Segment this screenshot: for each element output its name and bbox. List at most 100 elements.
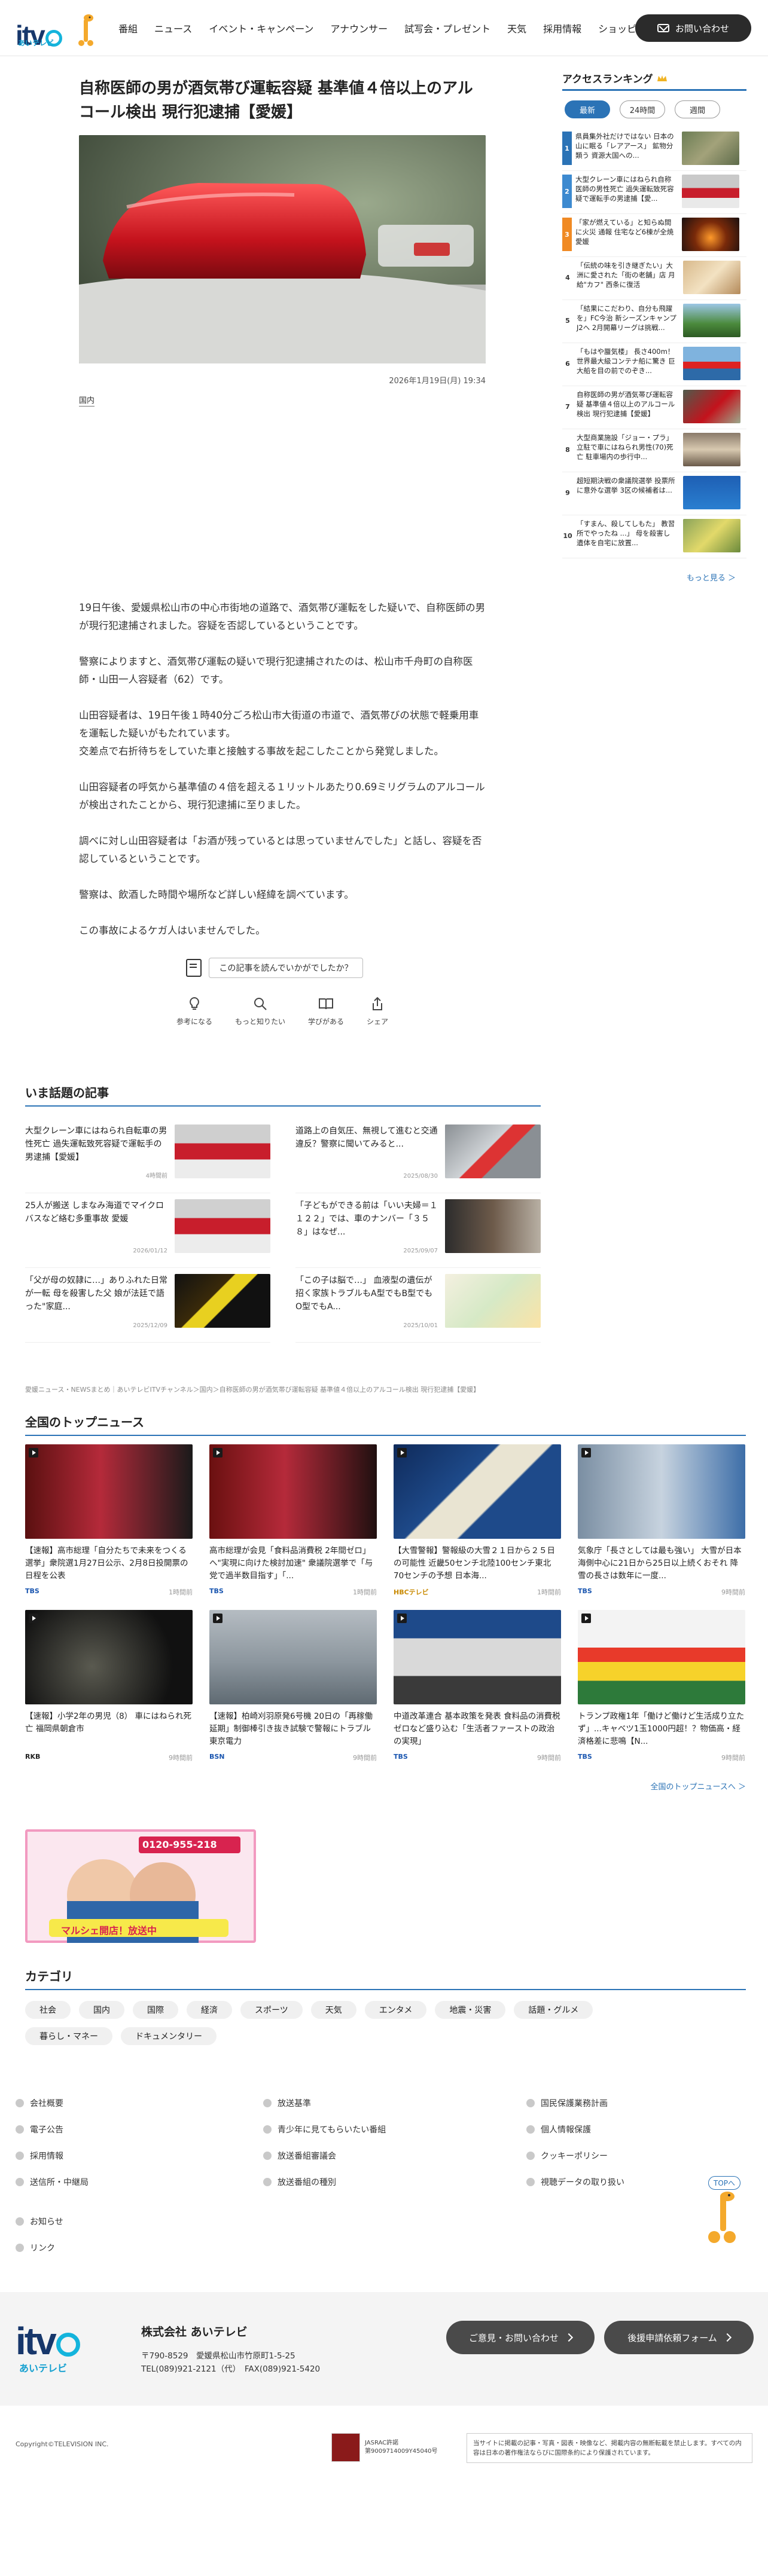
- sponsorship-form-button[interactable]: 後援申請依頼フォーム: [604, 2321, 754, 2354]
- category-list: 社会 国内 国際 経済 スポーツ 天気 エンタメ 地震・災害 話題・グルメ 暮ら…: [25, 2001, 683, 2045]
- news-card[interactable]: 【速報】高市総理「自分たちで未来をつくる選挙」衆院選1月27日公示、2月8日投開…: [25, 1444, 193, 1597]
- category-chip[interactable]: スポーツ: [240, 2001, 303, 2019]
- trending-text-wrap: 「この子は脳で…」 血液型の遺伝が招く家族トラブルもA型でもB型でもO型でもA.…: [295, 1274, 445, 1342]
- news-title: 中道改革連合 基本政策を発表 食料品の消費税ゼロなど盛り込む「生活者ファーストの…: [394, 1712, 560, 1746]
- news-card[interactable]: 高市総理が会見「食料品消費税 2年間ゼロ」へ"実現に向けた検討加速" 衆議院選挙…: [209, 1444, 377, 1597]
- bullet-icon: [16, 2244, 24, 2252]
- footer-link[interactable]: 会社概要: [16, 2097, 263, 2109]
- ranking-item[interactable]: 9 超短期決戦の衆議院選挙 投票所に意外な選挙 3区の候補者は...: [562, 472, 746, 515]
- footer-link[interactable]: 放送番組の種別: [263, 2176, 526, 2188]
- footer-link[interactable]: 放送基準: [263, 2097, 526, 2109]
- news-time: 9時間前: [721, 1754, 745, 1762]
- nav-item-events[interactable]: イベント・キャンペーン: [200, 21, 322, 35]
- trending-item[interactable]: 「この子は脳で…」 血液型の遺伝が招く家族トラブルもA型でもB型でもO型でもA.…: [295, 1268, 541, 1343]
- mail-icon: [657, 24, 669, 32]
- ranking-item[interactable]: 1 県員集外社だけではない 日本の山に眠る「レアアース」 鉱物分類う 資源大国への…: [562, 128, 746, 171]
- bullet-icon: [16, 2217, 24, 2226]
- ranking-item[interactable]: 3 「家が燃えている」と知らぬ間に火災 通報 住宅など6棟が全焼 愛媛: [562, 214, 746, 257]
- category-section: カテゴリ 社会 国内 国際 経済 スポーツ 天気 エンタメ 地震・災害 話題・グ…: [25, 1967, 746, 2045]
- category-chip[interactable]: 国内: [79, 2001, 124, 2019]
- feedback-learn-button[interactable]: 学びがある: [308, 996, 344, 1026]
- trending-item[interactable]: 道路上の自気圧、無視して進むと交通違反？警察に聞いてみると... 2025/08/…: [295, 1119, 541, 1193]
- footer-link[interactable]: 放送番組審議会: [263, 2150, 526, 2162]
- feedback-more-button[interactable]: もっと知りたい: [235, 996, 285, 1026]
- tab-24h[interactable]: 24時間: [620, 100, 665, 118]
- nav-item-presents[interactable]: 試写会・プレゼント: [396, 21, 499, 35]
- nav-item-news[interactable]: ニュース: [146, 21, 200, 35]
- footer-link[interactable]: 青少年に見てもらいたい番組: [263, 2123, 526, 2135]
- article: 自称医師の男が酒気帯び運転容疑 基準値４倍以上のアルコール検出 現行犯逮捕【愛媛…: [79, 77, 486, 1026]
- feedback-helpful-button[interactable]: 参考になる: [176, 996, 212, 1026]
- share-button[interactable]: シェア: [367, 996, 388, 1026]
- nav-item-announcers[interactable]: アナウンサー: [322, 21, 396, 35]
- rank-number: 3: [562, 218, 572, 251]
- footer-link-label: 個人情報保護: [541, 2125, 591, 2135]
- article-category-link[interactable]: 国内: [79, 394, 95, 407]
- news-thumbnail: [209, 1610, 377, 1704]
- footer-link[interactable]: 採用情報: [16, 2150, 263, 2162]
- nav-item-weather[interactable]: 天気: [499, 21, 535, 35]
- footer-link[interactable]: 送信所・中継局: [16, 2176, 263, 2188]
- category-chip[interactable]: エンタメ: [364, 2001, 427, 2019]
- tab-latest[interactable]: 最新: [565, 100, 610, 118]
- category-chip[interactable]: 地震・災害: [435, 2001, 506, 2019]
- site-logo[interactable]: itv あいテレビ: [16, 7, 105, 49]
- ranking-item[interactable]: 4 「伝統の味を引き継ぎたい」大洲に愛された「街の老舗」店 月給"カフ" 西条に復…: [562, 257, 746, 300]
- category-chip[interactable]: 社会: [25, 2001, 71, 2019]
- news-card[interactable]: 【速報】柏崎刈羽原発6号機 20日の「再稼働延期」制御棒引き抜き試験で警報にトラ…: [209, 1610, 377, 1762]
- trending-item[interactable]: 「子どもができる前は「いい夫婦＝１１２２」では、車のナンバー「３５８」はなぜ..…: [295, 1193, 541, 1268]
- trending-item[interactable]: 25人が搬送 しまなみ海道でマイクロバスなど絡む多重事故 愛媛 2026/01/1…: [25, 1193, 270, 1268]
- rank-number: 5: [565, 316, 570, 325]
- back-to-top-button[interactable]: TOPへ: [702, 2176, 744, 2248]
- category-chip[interactable]: 話題・グルメ: [514, 2001, 593, 2019]
- ranking-item[interactable]: 7 自称医師の男が酒気帯び運転容疑 基準値４倍以上のアルコール検出 現行犯逮捕【愛…: [562, 386, 746, 429]
- topnews-more-link[interactable]: 全国のトップニュースへ ＞: [25, 1780, 746, 1792]
- category-chip[interactable]: ドキュメンタリー: [121, 2027, 217, 2045]
- news-title: 高市総理が会見「食料品消費税 2年間ゼロ」へ"実現に向けた検討加速" 衆議院選挙…: [209, 1546, 373, 1581]
- rank-thumbnail: [683, 433, 740, 466]
- footer-link[interactable]: クッキーポリシー: [526, 2150, 751, 2162]
- category-chip[interactable]: 暮らし・マネー: [25, 2027, 112, 2045]
- news-card[interactable]: 【速報】小学2年の男児（8） 車にはねられ死亡 福岡県朝倉市 RKB 9時間前: [25, 1610, 193, 1762]
- ranking-item[interactable]: 2 大型クレーン車にはねられ自称医師の男性死亡 過失運転致死容疑で運転手の男逮捕【…: [562, 171, 746, 214]
- news-thumbnail: [578, 1444, 745, 1539]
- footer-link-links[interactable]: リンク: [16, 2242, 63, 2254]
- inquiry-button[interactable]: ご意見・お問い合わせ: [446, 2321, 595, 2354]
- news-card[interactable]: 中道改革連合 基本政策を発表 食料品の消費税ゼロなど盛り込む「生活者ファーストの…: [394, 1610, 561, 1762]
- bullet-icon: [263, 2178, 272, 2186]
- promo-banner[interactable]: 0120-955-218 マルシェ開店！放送中: [25, 1829, 256, 1943]
- category-chip[interactable]: 国際: [133, 2001, 178, 2019]
- company-address: 〒790-8529 愛媛県松山市竹原町1-5-25 TEL(089)921-21…: [141, 2349, 320, 2376]
- ranking-item[interactable]: 10 「すまん、殺してしもた」 教習所でやったね ...」 母を殺害し 遺体を自宅…: [562, 515, 746, 558]
- ranking-item[interactable]: 8 大型商業施設「ジョー・プラ」 立駐で車にはねられ男性(70)死亡 駐車場内の歩…: [562, 429, 746, 472]
- news-card[interactable]: 【大雪警報】警報級の大雪２１日から２５日の可能性 近畿50センチ北陸100センチ…: [394, 1444, 561, 1597]
- ranking-item[interactable]: 5 「結果にこだわり、自分も飛躍を」FC今治 新シーズンキャンプ J2へ 2月開幕…: [562, 300, 746, 343]
- news-card[interactable]: 気象庁「長さとしては最も強い」 大雪が日本海側中心に21日から25日以上続くおそ…: [578, 1444, 745, 1597]
- rank-number: 8: [565, 445, 570, 454]
- tab-weekly[interactable]: 週間: [675, 100, 720, 118]
- trending-item[interactable]: 「父が母の奴隷に…」ありふれた日常が一転 母を殺害した父 娘が法廷で語った"家庭…: [25, 1268, 270, 1343]
- trending-date: 2025/10/01: [403, 1322, 438, 1329]
- footer-link[interactable]: 電子公告: [16, 2123, 263, 2135]
- trending-text: 大型クレーン車にはねられ自転車の男性死亡 過失運転致死容疑で運転手の男逮捕【愛媛…: [25, 1126, 167, 1162]
- trending-thumbnail: [175, 1274, 270, 1328]
- category-chip[interactable]: 天気: [310, 2001, 356, 2019]
- footer-logo[interactable]: itv あいテレビ: [16, 2322, 80, 2375]
- footer-link-news[interactable]: お知らせ: [16, 2216, 63, 2227]
- news-card[interactable]: トランプ政権1年「働けど働けど生活成り立たず」...キャベツ1玉1000円超！？…: [578, 1610, 745, 1762]
- nav-item-programs[interactable]: 番組: [110, 21, 146, 35]
- category-chip[interactable]: 経済: [187, 2001, 232, 2019]
- footer-link[interactable]: 個人情報保護: [526, 2123, 751, 2135]
- ranking-item[interactable]: 6 「もはや蜃気楼」 長さ400m！ 世界最大級コンテナ船に驚き 巨大船を目の前で…: [562, 343, 746, 386]
- patrol-light-photo: [79, 135, 486, 363]
- article-paragraph: 山田容疑者の呼気から基準値の４倍を超える１リットルあたり0.69ミリグラムのアル…: [79, 781, 485, 811]
- ranking-more-link[interactable]: もっと見る ＞: [562, 572, 746, 583]
- bullet-icon: [16, 2152, 24, 2160]
- nav-item-recruit[interactable]: 採用情報: [535, 21, 590, 35]
- trending-thumbnail: [445, 1274, 541, 1328]
- contact-button[interactable]: お問い合わせ: [635, 14, 751, 42]
- article-body: 19日午後、愛媛県松山市の中心市街地の道路で、酒気帯び運転をした疑いで、自称医師…: [79, 599, 486, 940]
- news-meta: TBS 1時間前: [209, 1587, 377, 1597]
- trending-item[interactable]: 大型クレーン車にはねられ自転車の男性死亡 過失運転致死容疑で運転手の男逮捕【愛媛…: [25, 1119, 270, 1193]
- footer-link[interactable]: 国民保護業務計画: [526, 2097, 751, 2109]
